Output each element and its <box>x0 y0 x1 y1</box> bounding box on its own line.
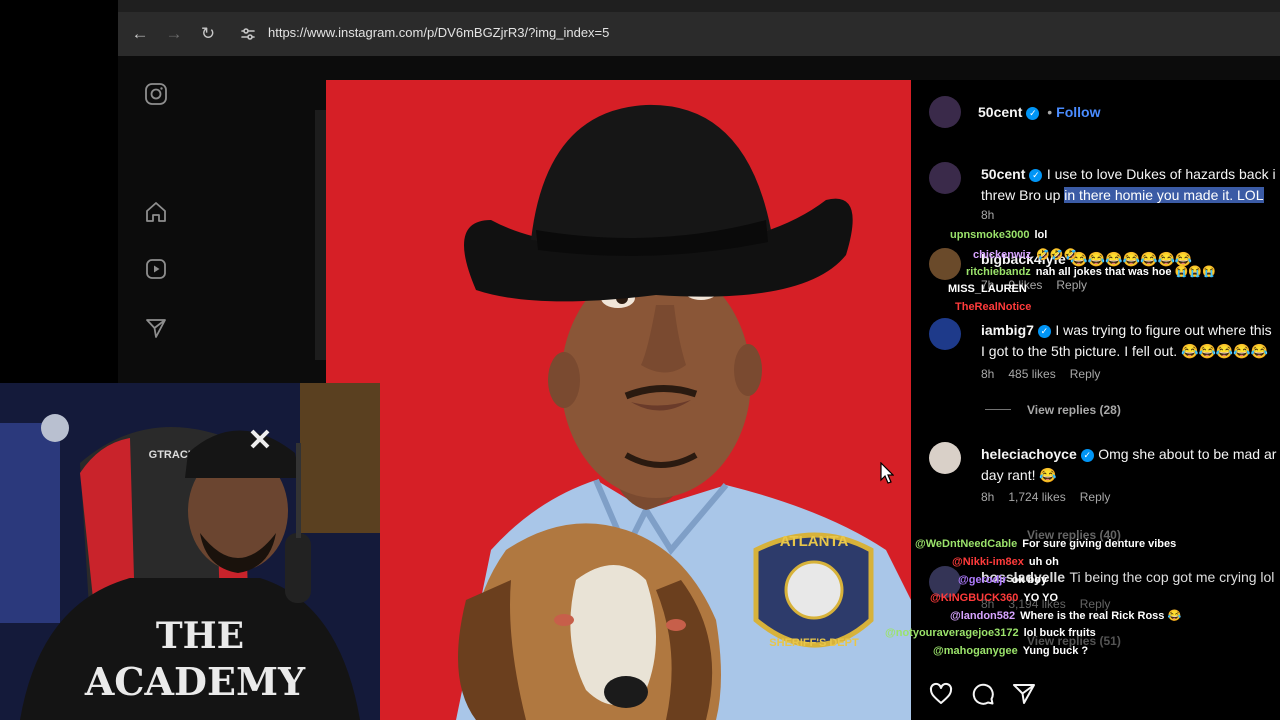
comment-likes: 485 likes <box>1008 367 1056 381</box>
comment-meta: 8h 1,724 likes Reply <box>981 490 1124 504</box>
messages-icon[interactable] <box>144 316 168 340</box>
comment-likes: 1,724 likes <box>1008 490 1066 504</box>
comment-text: I was trying to figure out where this <box>1055 322 1272 338</box>
avatar[interactable] <box>929 96 961 128</box>
verified-icon: ✓ <box>1080 449 1094 462</box>
chat-message: @Nikki-im8ex uh oh <box>952 556 1059 568</box>
verified-icon: ✓ <box>1029 169 1043 182</box>
comment-username[interactable]: heleciachoyce <box>981 446 1077 462</box>
comment-text: I got to the 5th picture. I fell out. 😂😂… <box>981 343 1269 359</box>
heart-icon[interactable] <box>929 682 953 706</box>
post-header: 50cent ✓ • Follow <box>978 104 1101 120</box>
chat-message: ritchiebandz nah all jokes that was hoe 😭… <box>966 266 1216 278</box>
disco-ball <box>41 414 69 442</box>
verified-icon: ✓ <box>1026 107 1040 120</box>
comment-time: 8h <box>981 208 995 222</box>
microphone <box>285 533 311 603</box>
comment: iambig7 ✓ I was trying to figure out wher… <box>981 320 1272 362</box>
site-settings-icon[interactable] <box>238 24 258 44</box>
comment: heleciachoyce ✓ Omg she about to be mad a… <box>981 444 1276 486</box>
chat-message: @KINGBUCK360 YO YO <box>930 592 1059 604</box>
mouse-cursor-icon <box>880 462 894 484</box>
avatar[interactable] <box>929 162 961 194</box>
comment-time: 8h <box>981 367 995 381</box>
back-icon[interactable]: ← <box>130 24 150 44</box>
svg-text:THE: THE <box>156 615 244 657</box>
svg-text:ACADEMY: ACADEMY <box>84 659 306 704</box>
view-replies-button[interactable]: View replies (28) <box>1027 403 1121 417</box>
verified-icon: ✓ <box>1037 325 1051 338</box>
chat-message: @WeDntNeedCable For sure giving denture v… <box>915 538 1177 550</box>
share-icon[interactable] <box>1012 682 1036 706</box>
comment-text: Omg she about to be mad ar <box>1098 446 1277 462</box>
browser-toolbar: ← → ↻ https://www.instagram.com/p/DV6mBG… <box>118 12 1280 56</box>
chat-message: chickenwiz 🤣🤣🤣 <box>973 249 1078 261</box>
comment-meta: 8h <box>981 208 1008 222</box>
comment-username[interactable]: iambig7 <box>981 322 1034 338</box>
chat-message: @mahoganygee Yung buck ? <box>933 645 1089 657</box>
chat-message: upnsmoke3000 lol <box>950 229 1048 241</box>
divider <box>985 409 1011 410</box>
chat-message: @gerodjr ok boy <box>958 574 1048 586</box>
svg-text:ATLANTA: ATLANTA <box>780 533 849 550</box>
comment-meta: 8h 485 likes Reply <box>981 367 1114 381</box>
chat-message: @landon582 Where is the real Rick Ross 😂 <box>950 610 1182 622</box>
address-bar[interactable]: https://www.instagram.com/p/DV6mBGZjrR3/… <box>268 25 609 40</box>
reply-button[interactable]: Reply <box>1070 367 1101 381</box>
svg-text:SHERIFF'S DEPT: SHERIFF'S DEPT <box>769 637 859 649</box>
avatar[interactable] <box>929 318 961 350</box>
reels-icon[interactable] <box>144 257 168 281</box>
comment-icon[interactable] <box>971 682 995 706</box>
comment-text: day rant! 😂 <box>981 467 1057 483</box>
comment: 50cent ✓ I use to love Dukes of hazards b… <box>981 164 1280 206</box>
post-image[interactable]: ATLANTA SHERIFF'S DEPT <box>326 80 911 720</box>
comment-text: I use to love Dukes of hazards back i <box>1046 166 1276 182</box>
carousel-prev-edge <box>315 110 326 360</box>
selected-text: in there homie you made it. LOL <box>1064 187 1264 203</box>
home-icon[interactable] <box>144 200 168 224</box>
chat-message: @notyouraveragejoe3172 lol buck fruits <box>885 627 1096 639</box>
reload-icon[interactable]: ↻ <box>198 24 218 44</box>
instagram-sidebar <box>118 56 190 386</box>
instagram-logo-icon[interactable] <box>144 82 168 106</box>
follow-button[interactable]: Follow <box>1056 104 1100 120</box>
comment-text: Ti being the cop got me crying lol <box>1069 569 1275 585</box>
comment-text: threw Bro up <box>981 187 1065 203</box>
browser-tab-strip <box>118 0 1280 12</box>
chat-message: TheRealNotice <box>955 301 1032 313</box>
chat-message: MISS_LAUREN <box>948 283 1027 295</box>
comment-time: 8h <box>981 490 995 504</box>
author-username[interactable]: 50cent <box>978 104 1022 120</box>
avatar[interactable] <box>929 442 961 474</box>
avatar[interactable] <box>929 248 961 280</box>
sheriff-badge: ATLANTA SHERIFF'S DEPT <box>753 532 874 649</box>
forward-icon[interactable]: → <box>164 24 184 44</box>
reply-button[interactable]: Reply <box>1056 278 1087 292</box>
comment-username[interactable]: 50cent <box>981 166 1025 182</box>
webcam-overlay: GTRACING THE ACADEMY <box>0 383 380 720</box>
reply-button[interactable]: Reply <box>1080 490 1111 504</box>
